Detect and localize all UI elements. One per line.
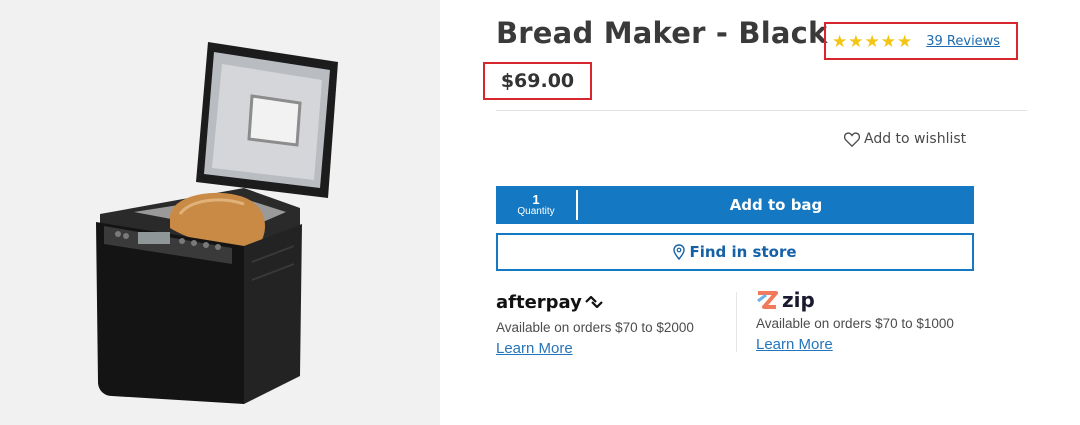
wishlist-label: Add to wishlist: [864, 131, 967, 147]
add-to-bag-button[interactable]: Add to bag: [578, 186, 974, 224]
payment-divider: [736, 292, 737, 352]
quantity-selector[interactable]: 1 Quantity: [496, 186, 576, 224]
zip-availability: Available on orders $70 to $1000: [756, 316, 954, 331]
divider: [496, 110, 1027, 111]
zip-section: zip Available on orders $70 to $1000 Lea…: [756, 288, 954, 354]
afterpay-section: afterpay Available on orders $70 to $200…: [496, 288, 694, 358]
star-icon: ★: [832, 31, 848, 51]
star-rating: ★ ★ ★ ★ ★: [832, 33, 912, 50]
rating-highlight-box: ★ ★ ★ ★ ★ 39 Reviews: [824, 22, 1018, 60]
product-title: Bread Maker - Black: [496, 16, 828, 50]
product-image: [0, 0, 440, 425]
zip-mark-icon: [757, 291, 778, 309]
afterpay-availability: Available on orders $70 to $2000: [496, 320, 694, 335]
bread-maker-illustration: [96, 42, 338, 404]
zip-learn-more-link[interactable]: Learn More: [756, 336, 833, 353]
star-icon: ★: [897, 31, 913, 51]
zip-logo-text: zip: [782, 288, 815, 312]
product-price: $69.00: [500, 70, 575, 92]
zip-logo: zip: [756, 288, 954, 312]
add-to-wishlist-button[interactable]: Add to wishlist: [844, 131, 966, 147]
quantity-label: Quantity: [517, 205, 555, 217]
location-pin-icon: [673, 244, 686, 260]
afterpay-learn-more-link[interactable]: Learn More: [496, 340, 573, 357]
find-in-store-label: Find in store: [689, 243, 797, 261]
star-icon: ★: [880, 31, 896, 51]
afterpay-logo: afterpay: [496, 288, 694, 316]
star-icon: ★: [848, 31, 864, 51]
price-highlight-box: $69.00: [483, 62, 592, 100]
star-icon: ★: [864, 31, 880, 51]
find-in-store-button[interactable]: Find in store: [496, 233, 974, 271]
heart-icon: [844, 131, 860, 147]
afterpay-arrows-icon: [585, 295, 603, 309]
add-to-bag-bar: 1 Quantity Add to bag: [496, 186, 974, 224]
quantity-value: 1: [532, 191, 540, 207]
reviews-link[interactable]: 39 Reviews: [926, 34, 1000, 49]
afterpay-logo-text: afterpay: [496, 291, 582, 313]
